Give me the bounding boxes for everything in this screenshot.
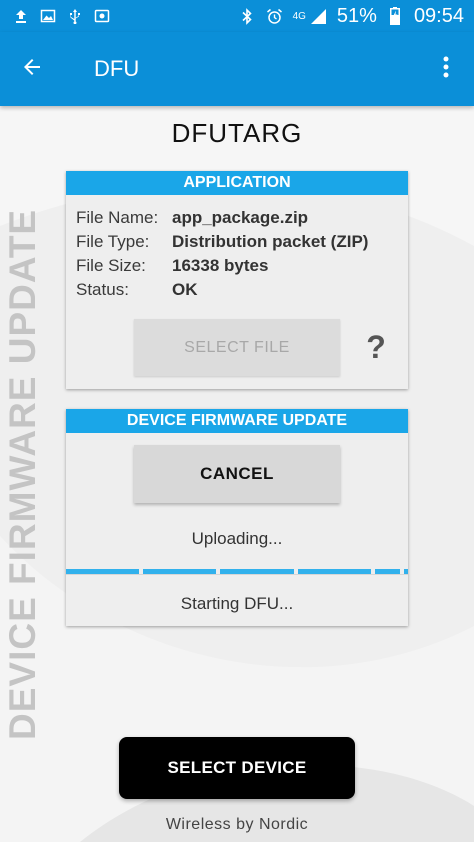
status-row: Status: OK [76,278,368,302]
file-info-table: File Name: app_package.zip File Type: Di… [76,206,368,302]
select-file-button[interactable]: SELECT FILE [134,319,340,376]
dfu-panel-header: DEVICE FIRMWARE UPDATE [66,409,408,433]
select-device-button[interactable]: SELECT DEVICE [119,737,355,799]
status-bar-right: 4G 51% 09:54 [239,5,464,28]
file-name-label: File Name: [76,208,159,227]
battery-percent: 51% [336,4,377,27]
app-bar: DFU [0,32,474,106]
network-type-label: 4G [292,10,306,22]
file-name-row: File Name: app_package.zip [76,206,368,230]
application-panel: APPLICATION File Name: app_package.zip F… [66,171,408,389]
clock-time: 09:54 [413,4,464,27]
screencast-icon [93,8,110,25]
bluetooth-icon [239,7,256,25]
battery-charging-icon [387,7,404,25]
alarm-icon [266,8,283,25]
status-bar: 4G 51% 09:54 [0,0,474,32]
file-size-label: File Size: [76,256,146,275]
upload-icon [12,8,29,25]
dfu-status-text: Starting DFU... [180,594,294,613]
arrow-back-icon [20,55,44,84]
status-value: OK [172,280,198,299]
signal-icon [310,8,327,25]
uploading-text: Uploading... [191,529,283,548]
usb-icon [66,8,83,25]
file-type-value: Distribution packet (ZIP) [172,232,369,251]
vertical-section-title: DEVICE FIRMWARE UPDATE [2,208,43,740]
status-bar-left [12,8,110,25]
device-name: DFUTARG [171,118,303,148]
file-size-value: 16338 bytes [172,256,269,275]
cancel-button[interactable]: CANCEL [134,445,340,503]
dfu-panel: DEVICE FIRMWARE UPDATE CANCEL Uploading.… [66,409,409,626]
overflow-menu-button[interactable] [418,32,474,106]
image-icon [39,8,56,25]
help-icon[interactable]: ? [364,327,388,367]
app-title: DFU [94,56,140,81]
more-vert-icon [443,56,449,83]
divider [66,574,408,575]
file-type-row: File Type: Distribution packet (ZIP) [76,230,368,254]
footer-text: Wireless by Nordic [165,816,309,833]
back-button[interactable] [0,32,64,106]
file-name-value: app_package.zip [172,208,309,227]
file-type-label: File Type: [76,232,150,251]
application-panel-header: APPLICATION [66,171,408,195]
status-label: Status: [76,280,129,299]
file-size-row: File Size: 16338 bytes [76,254,368,278]
